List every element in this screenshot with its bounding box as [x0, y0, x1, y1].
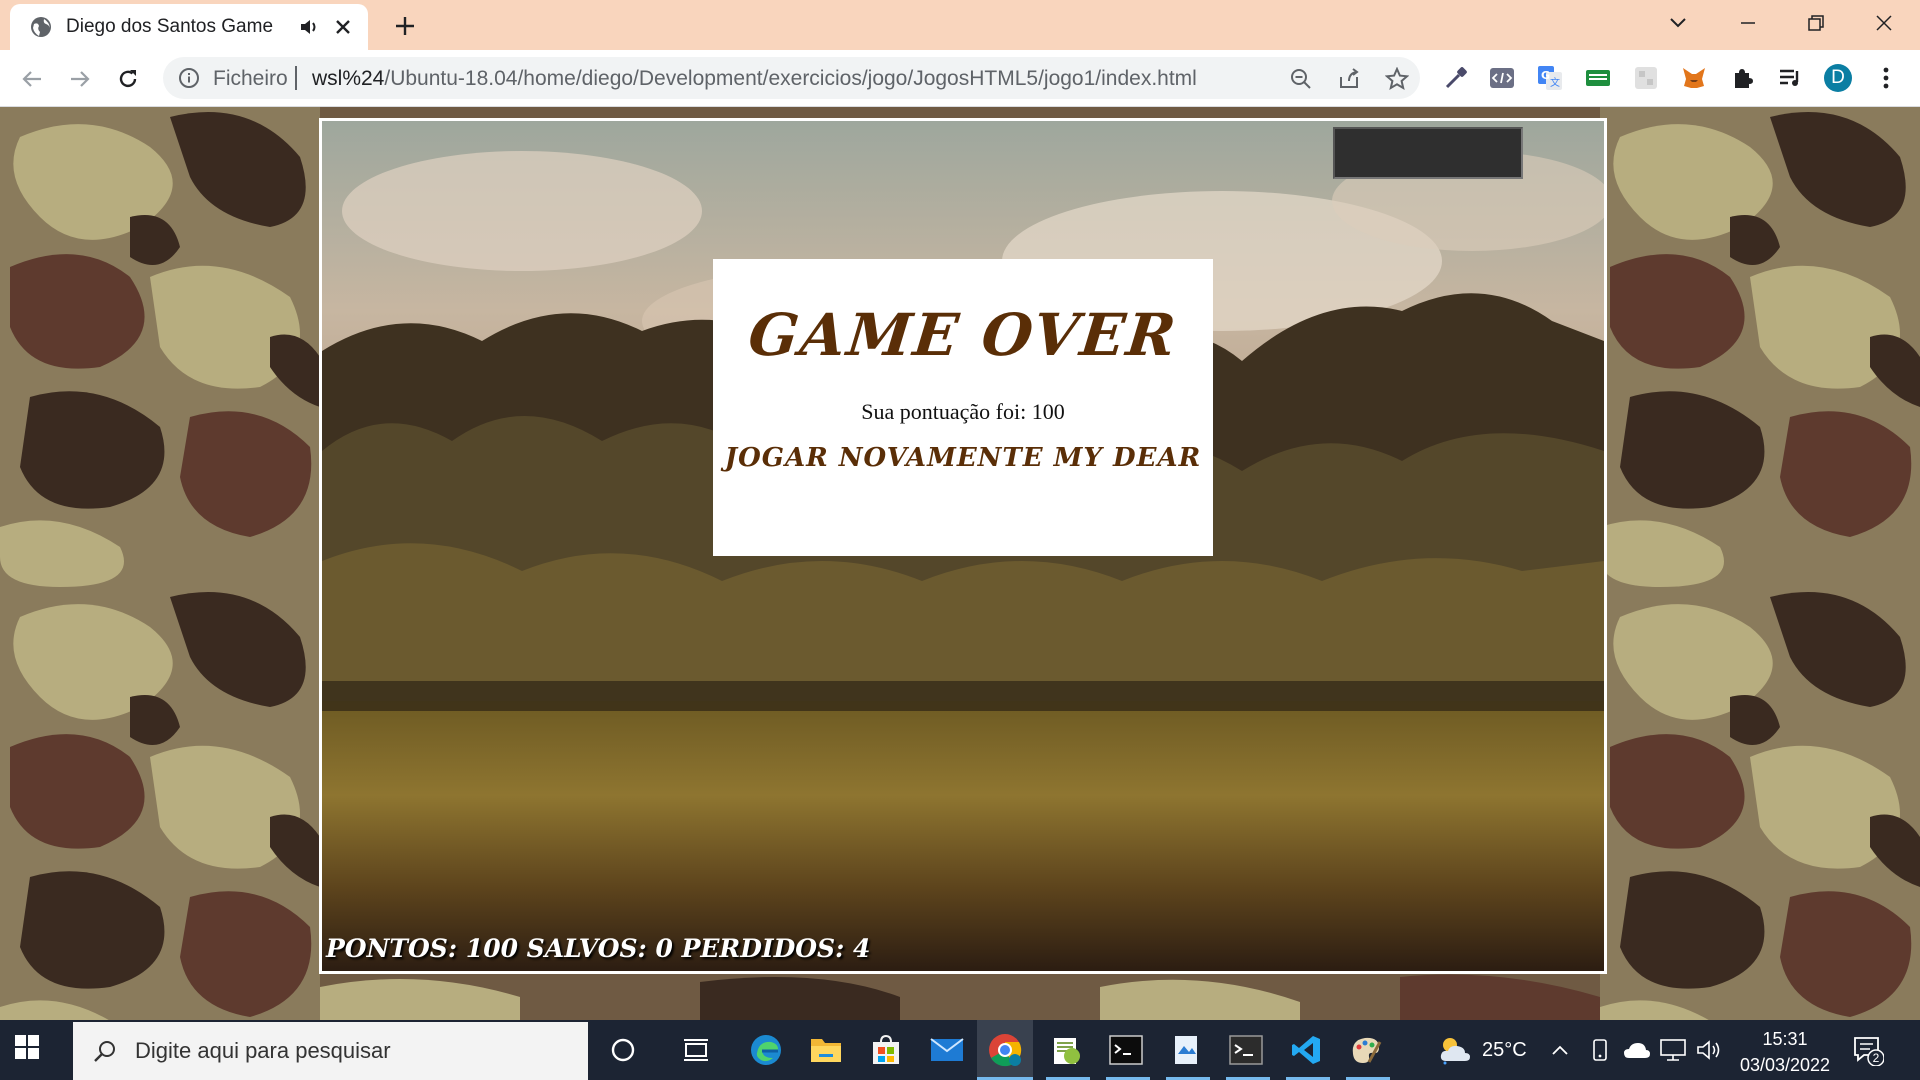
minimize-icon[interactable] — [1730, 6, 1766, 40]
svg-text:文: 文 — [1550, 76, 1560, 89]
onedrive-cloud-icon[interactable] — [1619, 1030, 1655, 1070]
address-path: /Ubuntu-18.04/home/diego/Development/exe… — [384, 67, 1197, 90]
energy-bar — [1333, 127, 1523, 179]
notification-center-icon[interactable]: 2 — [1852, 1034, 1885, 1067]
clock-date: 03/03/2022 — [1739, 1055, 1831, 1075]
notepadpp-icon[interactable] — [1046, 1030, 1086, 1070]
address-scheme: Ficheiro — [213, 67, 288, 90]
info-icon[interactable] — [178, 67, 200, 89]
tab-strip: Diego dos Santos Game — [0, 0, 1920, 50]
search-icon — [93, 1039, 117, 1063]
show-hidden-icons-chevron-icon[interactable] — [1545, 1030, 1575, 1070]
spreadsheet-extension-icon[interactable] — [1584, 64, 1612, 92]
document-viewer-icon[interactable] — [1166, 1030, 1206, 1070]
code-extension-icon[interactable] — [1488, 64, 1516, 92]
game-area[interactable]: GAME OVER Sua pontuação foi: 100 JOGAR N… — [319, 118, 1607, 974]
globe-icon — [30, 16, 52, 38]
page-viewport: GAME OVER Sua pontuação foi: 100 JOGAR N… — [0, 107, 1920, 1020]
clock-time: 15:31 — [1762, 1029, 1808, 1049]
clock[interactable]: 15:31 03/03/2022 — [1735, 1026, 1835, 1078]
svg-text:G: G — [1541, 69, 1550, 82]
mail-icon[interactable] — [927, 1030, 967, 1070]
microsoft-store-icon[interactable] — [866, 1030, 906, 1070]
navigation-toolbar: Ficheiro wsl%24/Ubuntu-18.04/home/diego/… — [0, 50, 1920, 107]
eyedropper-extension-icon[interactable] — [1442, 64, 1470, 92]
weather-widget[interactable]: 25°C — [1438, 1020, 1527, 1080]
game-over-title: GAME OVER — [745, 301, 1181, 369]
translate-extension-icon[interactable]: G文 — [1536, 64, 1564, 92]
paint-icon[interactable] — [1346, 1030, 1386, 1070]
share-icon[interactable] — [1337, 67, 1361, 91]
play-again-link[interactable]: JOGAR NOVAMENTE MY DEAR — [713, 443, 1213, 473]
tab-search-icon[interactable] — [1660, 6, 1696, 40]
forward-arrow-icon[interactable] — [64, 63, 96, 95]
scoreboard: PONTOS: 100 SALVOS: 0 PERDIDOS: 4 — [326, 934, 871, 963]
address-url: wsl%24/Ubuntu-18.04/home/diego/Developme… — [312, 67, 1197, 91]
final-score-text: Sua pontuação foi: 100 — [861, 399, 1065, 424]
search-placeholder: Digite aqui para pesquisar — [135, 1038, 391, 1063]
weather-cloud-sun-icon — [1438, 1035, 1472, 1065]
reload-icon[interactable] — [112, 63, 144, 95]
tab-title: Diego dos Santos Game — [66, 16, 274, 37]
edge-icon[interactable] — [746, 1030, 786, 1070]
address-host: wsl%24 — [312, 67, 385, 90]
puzzle-grid-extension-icon[interactable] — [1632, 64, 1660, 92]
kebab-menu-icon[interactable] — [1872, 64, 1900, 92]
bookmark-star-icon[interactable] — [1384, 66, 1410, 91]
file-explorer-icon[interactable] — [806, 1030, 846, 1070]
powershell-icon[interactable] — [1226, 1030, 1266, 1070]
speaker-icon[interactable] — [298, 16, 320, 38]
tab-active[interactable]: Diego dos Santos Game — [10, 4, 368, 50]
notification-count: 2 — [1872, 1051, 1880, 1065]
zoom-icon[interactable] — [1289, 67, 1313, 91]
taskbar: Digite aqui para pesquisar 25°C 15:31 03… — [0, 1020, 1920, 1080]
network-icon[interactable] — [1655, 1030, 1691, 1070]
windows-start-icon[interactable] — [14, 1034, 46, 1066]
close-tab-icon[interactable] — [332, 16, 354, 38]
metamask-fox-icon[interactable] — [1680, 64, 1708, 92]
back-arrow-icon[interactable] — [16, 63, 48, 95]
taskbar-search[interactable]: Digite aqui para pesquisar — [73, 1022, 588, 1080]
game-over-dialog: GAME OVER Sua pontuação foi: 100 JOGAR N… — [713, 259, 1213, 556]
volume-icon[interactable] — [1692, 1030, 1728, 1070]
vscode-icon[interactable] — [1286, 1030, 1326, 1070]
close-window-icon[interactable] — [1866, 6, 1902, 40]
temperature: 25°C — [1482, 1038, 1527, 1061]
cortana-icon[interactable] — [603, 1030, 643, 1070]
restore-icon[interactable] — [1798, 6, 1834, 40]
profile-initial: D — [1831, 67, 1845, 88]
terminal-icon[interactable] — [1106, 1030, 1146, 1070]
new-tab-button[interactable] — [390, 11, 420, 41]
chrome-icon[interactable] — [985, 1030, 1025, 1070]
profile-avatar[interactable]: D — [1824, 64, 1852, 92]
media-queue-icon[interactable] — [1776, 64, 1804, 92]
address-bar[interactable]: Ficheiro wsl%24/Ubuntu-18.04/home/diego/… — [163, 57, 1420, 99]
address-separator — [295, 66, 297, 90]
extensions-puzzle-icon[interactable] — [1728, 64, 1756, 92]
task-view-icon[interactable] — [676, 1030, 716, 1070]
tablet-device-icon[interactable] — [1585, 1030, 1615, 1070]
